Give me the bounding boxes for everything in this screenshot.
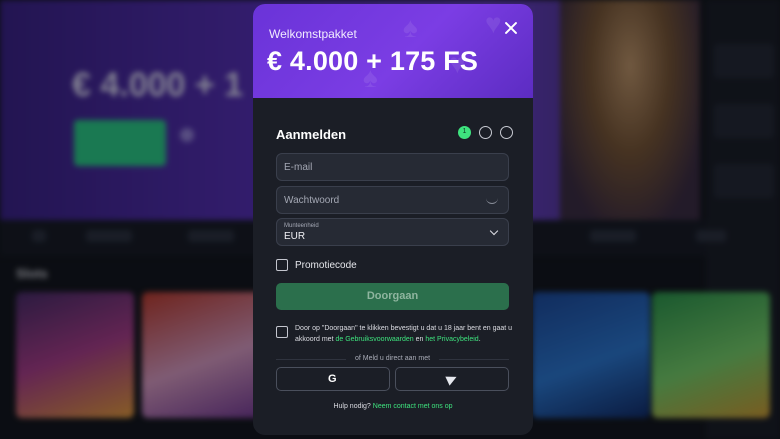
email-placeholder: E-mail bbox=[284, 162, 313, 173]
form-title: Aanmelden bbox=[276, 127, 347, 142]
google-icon: G bbox=[328, 373, 337, 385]
step-1-indicator: 1 bbox=[458, 126, 471, 139]
signup-modal: ♠ ♥ ♥ ♠ Welkomstpakket € 4.000 + 175 FS … bbox=[253, 4, 533, 435]
telegram-login-button[interactable] bbox=[395, 367, 509, 391]
spade-decoration-icon: ♠ bbox=[403, 12, 418, 43]
privacy-policy-link[interactable]: het Privacybeleid bbox=[425, 336, 478, 343]
currency-label: Munteenheid bbox=[284, 223, 319, 229]
step-2-indicator bbox=[479, 126, 492, 139]
welcome-package-label: Welkomstpakket bbox=[269, 27, 357, 41]
show-password-icon[interactable] bbox=[486, 198, 498, 204]
close-icon[interactable] bbox=[503, 20, 519, 36]
help-text: Hulp nodig? Neem contact met ons op bbox=[253, 403, 533, 410]
social-login-text: of Meld u direct aan met bbox=[354, 355, 431, 362]
bonus-amount-title: € 4.000 + 175 FS bbox=[267, 46, 479, 76]
promo-code-checkbox[interactable] bbox=[276, 259, 288, 271]
promo-code-label[interactable]: Promotiecode bbox=[295, 260, 357, 271]
contact-us-link[interactable]: Neem contact met ons op bbox=[373, 403, 453, 410]
telegram-icon bbox=[445, 372, 459, 386]
continue-button[interactable]: Doorgaan bbox=[276, 283, 509, 310]
terms-mid: en bbox=[413, 336, 426, 343]
currency-select[interactable]: Munteenheid EUR bbox=[276, 218, 509, 246]
password-field[interactable]: Wachtwoord bbox=[276, 186, 509, 214]
terms-text: Door op "Doorgaan" te klikken bevestigt … bbox=[295, 323, 515, 345]
modal-header: ♠ ♥ ♥ ♠ Welkomstpakket € 4.000 + 175 FS bbox=[253, 4, 533, 98]
password-placeholder: Wachtwoord bbox=[284, 195, 340, 206]
step-3-indicator bbox=[500, 126, 513, 139]
google-login-button[interactable]: G bbox=[276, 367, 390, 391]
step-indicator: 1 bbox=[458, 126, 513, 139]
chevron-down-icon bbox=[489, 226, 499, 236]
social-divider: of Meld u direct aan met bbox=[276, 354, 509, 364]
help-prefix: Hulp nodig? bbox=[333, 403, 373, 410]
terms-checkbox[interactable] bbox=[276, 326, 288, 338]
terms-of-use-link[interactable]: de Gebruiksvoorwaarden bbox=[335, 336, 413, 343]
currency-value: EUR bbox=[284, 231, 306, 242]
terms-end: . bbox=[478, 336, 481, 343]
email-field[interactable]: E-mail bbox=[276, 153, 509, 181]
heart-decoration-icon: ♥ bbox=[485, 8, 502, 39]
